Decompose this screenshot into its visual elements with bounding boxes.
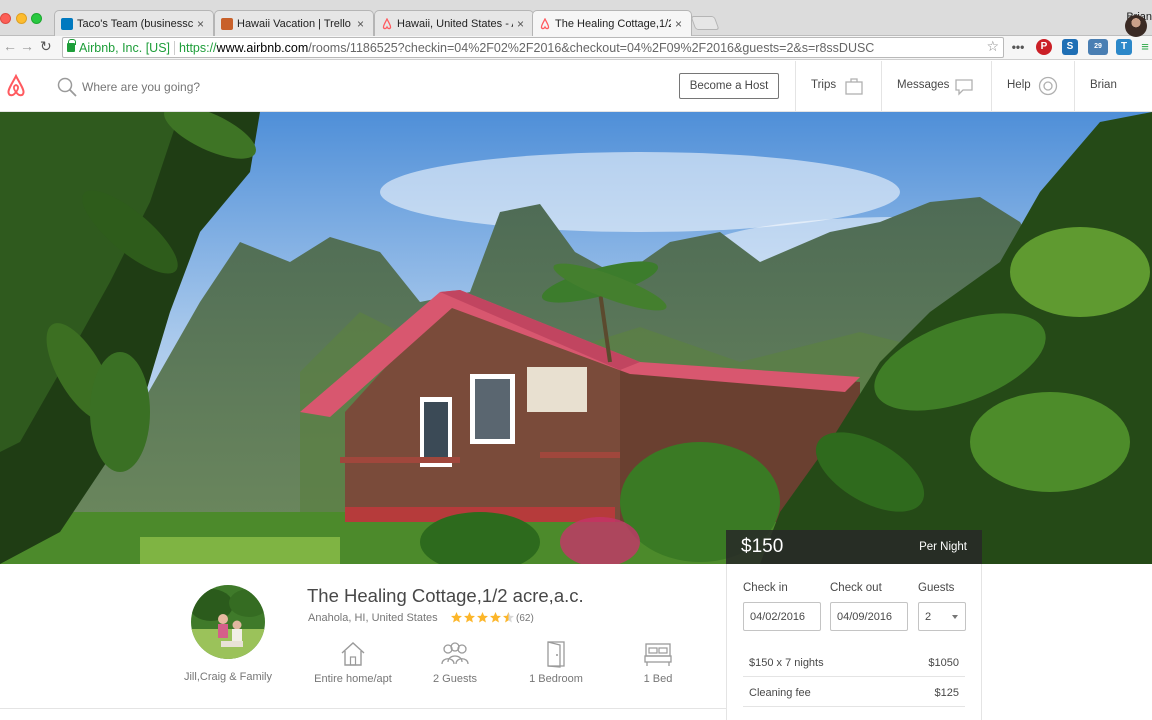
bookmark-star-icon[interactable]: ☆ xyxy=(986,38,999,55)
tab-label: Hawaii Vacation | Trello xyxy=(237,17,351,30)
row-value: $1050 xyxy=(928,657,959,669)
forward-arrow-icon[interactable]: → xyxy=(20,38,34,54)
star-icon xyxy=(490,612,501,623)
listing-location[interactable]: Anahola, HI, United States xyxy=(308,612,438,624)
section-divider xyxy=(0,708,726,709)
airbnb-logo-icon[interactable] xyxy=(3,73,29,99)
browser-tab-4[interactable]: The Healing Cottage,1/2 ac × xyxy=(532,10,692,36)
menu-icon[interactable]: ≡ xyxy=(1140,39,1150,55)
close-icon[interactable]: × xyxy=(197,17,207,31)
header-divider xyxy=(1074,61,1075,112)
checkin-date-field[interactable]: 04/02/2016 xyxy=(743,602,821,631)
listing-title: The Healing Cottage,1/2 acre,a.c. xyxy=(307,585,584,606)
star-icon xyxy=(451,612,462,623)
door-icon xyxy=(547,641,565,668)
trello-icon[interactable]: T xyxy=(1116,39,1132,55)
user-name[interactable]: Brian xyxy=(1090,79,1117,91)
close-icon[interactable]: × xyxy=(675,17,685,31)
feature-beds: 1 Bed xyxy=(608,640,708,685)
star-icon xyxy=(464,612,475,623)
star-icon xyxy=(477,612,488,623)
airbnb-icon xyxy=(540,17,550,29)
zoom-window-button[interactable] xyxy=(31,13,42,24)
header-divider xyxy=(881,61,882,112)
rating-stars[interactable] xyxy=(450,611,515,624)
checkout-label: Check out xyxy=(830,582,882,594)
checkout-date-field[interactable]: 04/09/2016 xyxy=(830,602,908,631)
search-icon[interactable] xyxy=(56,76,78,98)
browser-tab-1[interactable]: Taco's Team (businessclass × xyxy=(54,10,214,36)
help-link[interactable]: Help xyxy=(1007,79,1031,91)
booking-panel: Check in Check out Guests 04/02/2016 04/… xyxy=(726,564,982,720)
tab-label: Taco's Team (businessclass xyxy=(77,17,193,30)
minimize-window-button[interactable] xyxy=(16,13,27,24)
guests-label: Guests xyxy=(918,582,955,594)
feature-guests: 2 Guests xyxy=(405,640,505,685)
feature-room-type: Entire home/apt xyxy=(303,640,403,685)
feature-label: Entire home/apt xyxy=(314,673,392,685)
chat-bubble-icon[interactable] xyxy=(953,75,977,97)
browser-tab-3[interactable]: Hawaii, United States - Air × xyxy=(374,10,534,36)
address-divider xyxy=(174,40,176,55)
close-window-button[interactable] xyxy=(0,13,11,24)
feature-bedrooms: 1 Bedroom xyxy=(506,640,606,685)
ev-certificate-label[interactable]: Airbnb, Inc. [US] xyxy=(79,41,170,55)
listing-hero-photo[interactable] xyxy=(0,112,1152,564)
trips-link[interactable]: Trips xyxy=(811,79,836,91)
address-bar[interactable]: Airbnb, Inc. [US] https://www.airbnb.com… xyxy=(62,37,1004,58)
row-value: $125 xyxy=(934,687,959,699)
guests-value: 2 xyxy=(925,610,932,623)
host-avatar[interactable] xyxy=(191,585,265,659)
guests-select[interactable]: 2 xyxy=(918,602,966,631)
reload-icon[interactable]: ↻ xyxy=(40,38,52,55)
trello-icon xyxy=(221,17,233,30)
tab-label: Hawaii, United States - Air xyxy=(397,17,513,30)
close-icon[interactable]: × xyxy=(517,17,527,31)
browser-tab-2[interactable]: Hawaii Vacation | Trello × xyxy=(214,10,374,36)
host-name[interactable]: Jill,Craig & Family xyxy=(168,671,288,683)
back-arrow-icon[interactable]: ← xyxy=(3,38,17,54)
pinterest-icon[interactable]: P xyxy=(1036,39,1052,55)
trello-icon xyxy=(61,17,73,30)
row-label: Cleaning fee xyxy=(749,687,811,699)
row-label: $150 x 7 nights xyxy=(749,657,824,669)
feature-label: 1 Bed xyxy=(643,673,673,685)
feature-label: 1 Bedroom xyxy=(529,673,583,685)
airbnb-icon xyxy=(382,17,392,29)
site-header: Become a Host Trips 1 Messages 2 Help Br… xyxy=(0,61,1152,147)
close-icon[interactable]: × xyxy=(357,17,367,31)
bed-icon xyxy=(644,643,672,666)
header-divider xyxy=(795,61,796,112)
price-bar: $150 Per Night xyxy=(726,530,982,564)
url-path: /rooms/1186525?checkin=04%2F02%2F2016&ch… xyxy=(308,40,875,55)
price-breakdown-row: Cleaning fee $125 xyxy=(743,677,965,707)
s-extension-icon[interactable]: S xyxy=(1062,39,1078,55)
new-tab-button[interactable] xyxy=(690,16,720,30)
price-breakdown-row: $150 x 7 nights $1050 xyxy=(743,647,965,677)
feature-label: 2 Guests xyxy=(432,673,478,685)
more-icon[interactable]: ••• xyxy=(1010,39,1026,55)
review-count[interactable]: (62) xyxy=(516,613,534,624)
per-night-label: Per Night xyxy=(919,541,967,553)
user-avatar[interactable] xyxy=(1125,15,1147,37)
messages-link[interactable]: Messages xyxy=(897,79,949,91)
nightly-price: $150 xyxy=(741,536,784,557)
become-host-button[interactable]: Become a Host xyxy=(679,73,779,99)
url-scheme: https:// xyxy=(179,40,217,55)
tab-label: The Healing Cottage,1/2 ac xyxy=(555,17,671,30)
badge-extension-icon[interactable]: 29 xyxy=(1088,39,1108,55)
half-star-icon xyxy=(503,612,514,623)
guests-icon xyxy=(441,642,469,665)
header-divider xyxy=(991,61,992,112)
lock-icon xyxy=(67,39,76,52)
checkin-label: Check in xyxy=(743,582,788,594)
url-host: www.airbnb.com xyxy=(216,40,309,55)
browser-tab-bar: Taco's Team (businessclass × Hawaii Vaca… xyxy=(0,0,1152,36)
chevron-down-icon xyxy=(952,615,958,619)
house-icon xyxy=(341,642,365,666)
lifebuoy-icon[interactable] xyxy=(1037,75,1061,97)
search-input[interactable] xyxy=(82,76,382,98)
suitcase-icon[interactable] xyxy=(843,75,867,97)
browser-toolbar: ← → ↻ Airbnb, Inc. [US] https://www.airb… xyxy=(0,36,1152,60)
